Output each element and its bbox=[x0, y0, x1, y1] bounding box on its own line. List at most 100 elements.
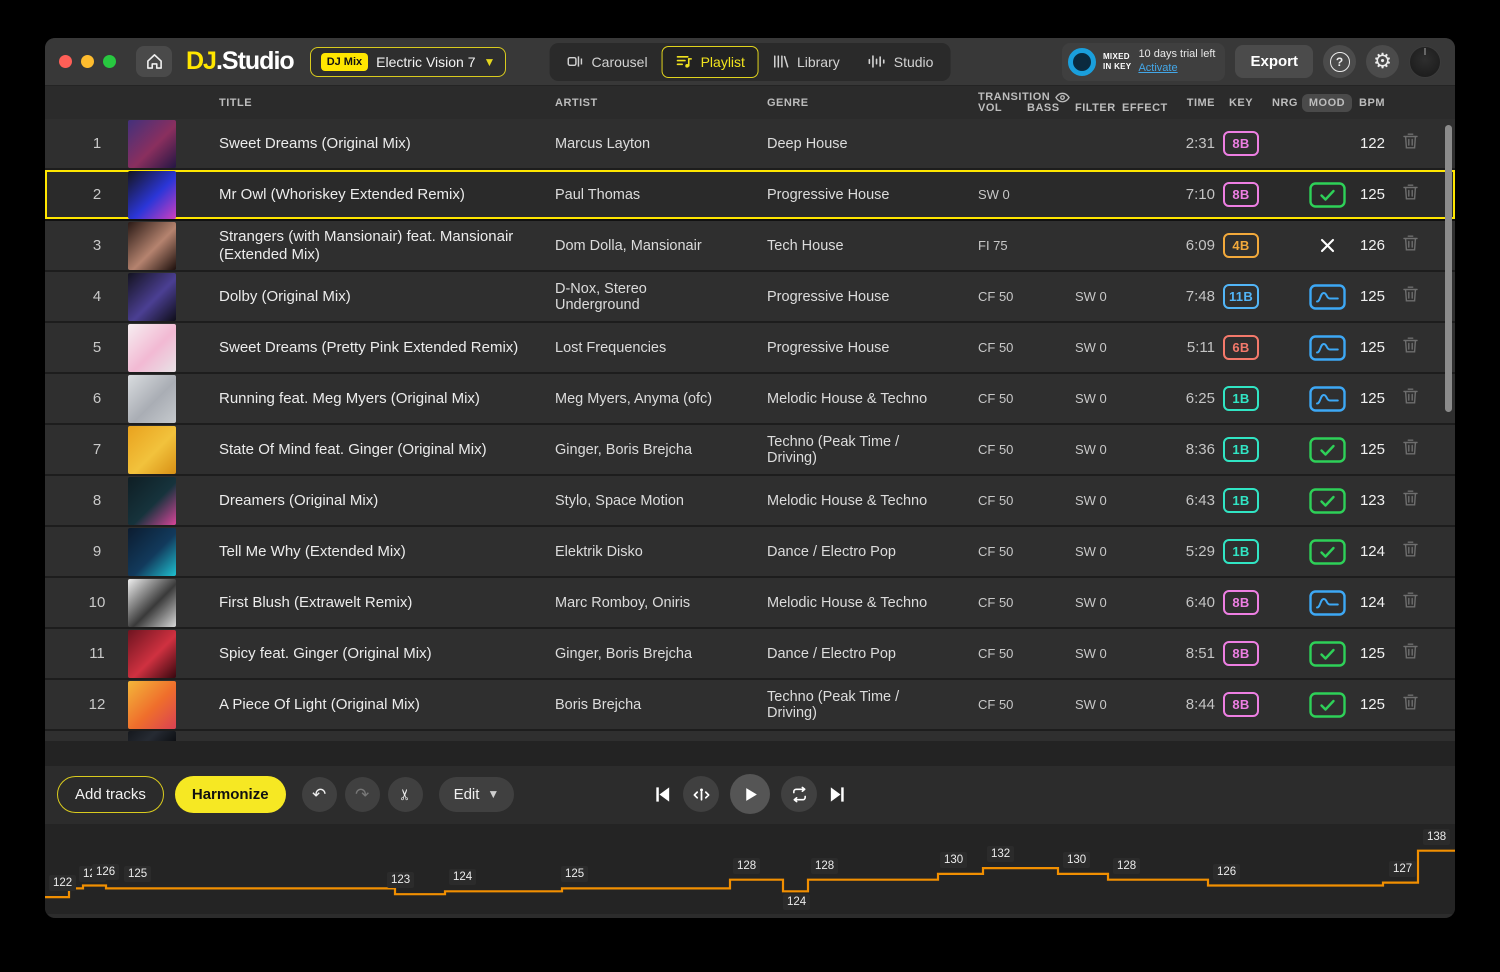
tab-studio[interactable]: Studio bbox=[854, 46, 948, 78]
column-header-genre[interactable]: GENRE bbox=[735, 97, 949, 109]
track-artist: Dom Dolla, Mansionair bbox=[555, 237, 702, 254]
table-row[interactable]: 1 Sweet Dreams (Original Mix) Marcus Lay… bbox=[45, 119, 1455, 170]
mood-indicator[interactable] bbox=[1308, 487, 1346, 514]
mood-indicator[interactable] bbox=[1308, 385, 1346, 412]
track-artist: D-Nox, Stereo Underground bbox=[555, 280, 647, 313]
home-button[interactable] bbox=[136, 46, 172, 77]
user-avatar[interactable] bbox=[1409, 45, 1441, 78]
play-button[interactable] bbox=[730, 774, 770, 814]
delete-track-button[interactable] bbox=[1402, 285, 1419, 308]
table-row[interactable]: 7 State Of Mind feat. Ginger (Original M… bbox=[45, 425, 1455, 476]
bpm-timeline-chart[interactable]: 1221251261251231241251281241281301321301… bbox=[45, 824, 1455, 914]
delete-track-button[interactable] bbox=[1402, 183, 1419, 206]
trash-icon bbox=[1402, 286, 1418, 302]
table-row[interactable]: 8 Dreamers (Original Mix) Stylo, Space M… bbox=[45, 476, 1455, 527]
zoom-window-button[interactable] bbox=[103, 55, 116, 68]
column-header-bpm[interactable]: BPM bbox=[1351, 97, 1385, 109]
table-row[interactable]: 9 Tell Me Why (Extended Mix) Elektrik Di… bbox=[45, 527, 1455, 578]
delete-track-button[interactable] bbox=[1402, 693, 1419, 716]
transition-filter-value: SW 0 bbox=[1075, 646, 1107, 661]
column-header-nrg[interactable]: NRG bbox=[1267, 97, 1303, 109]
track-number: 8 bbox=[92, 492, 102, 509]
next-track-button[interactable] bbox=[828, 785, 847, 804]
chevron-down-icon: ▼ bbox=[483, 54, 496, 69]
table-row[interactable]: 5 Sweet Dreams (Pretty Pink Extended Rem… bbox=[45, 323, 1455, 374]
column-header-transition[interactable]: TRANSITION bbox=[978, 91, 1071, 103]
export-button[interactable]: Export bbox=[1235, 45, 1313, 78]
table-row[interactable]: 4 Dolby (Original Mix) D-Nox, Stereo Und… bbox=[45, 272, 1455, 323]
mood-indicator[interactable] bbox=[1308, 589, 1346, 616]
loop-button[interactable] bbox=[781, 776, 817, 812]
column-header-time[interactable]: TIME bbox=[1169, 97, 1215, 109]
activate-link[interactable]: Activate bbox=[1138, 62, 1215, 76]
trash-icon bbox=[1402, 592, 1418, 608]
delete-track-button[interactable] bbox=[1402, 132, 1419, 155]
column-header-mood[interactable]: MOOD bbox=[1301, 93, 1353, 112]
add-tracks-button[interactable]: Add tracks bbox=[57, 775, 164, 813]
delete-track-button[interactable] bbox=[1402, 540, 1419, 563]
mood-indicator[interactable] bbox=[1320, 238, 1335, 253]
table-row[interactable]: 6 Running feat. Meg Myers (Original Mix)… bbox=[45, 374, 1455, 425]
redo-icon: ↷ bbox=[354, 784, 370, 804]
mood-indicator[interactable] bbox=[1308, 640, 1346, 667]
vertical-scrollbar[interactable] bbox=[1445, 125, 1452, 412]
transition-filter-value: SW 0 bbox=[1075, 289, 1107, 304]
edit-menu-button[interactable]: Edit ▼ bbox=[438, 776, 515, 812]
table-row[interactable]: 3 Strangers (with Mansionair) feat. Mans… bbox=[45, 221, 1455, 272]
minimize-window-button[interactable] bbox=[81, 55, 94, 68]
close-window-button[interactable] bbox=[59, 55, 72, 68]
column-header-key[interactable]: KEY bbox=[1215, 97, 1267, 109]
previous-track-button[interactable] bbox=[653, 785, 672, 804]
column-header-filter[interactable]: FILTER bbox=[1070, 102, 1117, 119]
mood-indicator[interactable] bbox=[1308, 334, 1346, 361]
scissors-icon: ✂ bbox=[396, 787, 414, 801]
help-button[interactable]: ? bbox=[1323, 45, 1356, 78]
key-badge: 8B bbox=[1223, 641, 1259, 666]
column-header-effect[interactable]: EFFECT bbox=[1117, 102, 1169, 119]
track-number: 11 bbox=[89, 645, 105, 662]
tab-carousel[interactable]: Carousel bbox=[553, 46, 662, 78]
mood-indicator[interactable] bbox=[1308, 181, 1346, 208]
track-time: 5:29 bbox=[1185, 543, 1215, 560]
mood-indicator[interactable] bbox=[1308, 436, 1346, 463]
column-header-vol[interactable]: VOL bbox=[949, 102, 1020, 119]
column-header-title[interactable]: TITLE bbox=[187, 97, 523, 109]
delete-track-button[interactable] bbox=[1402, 591, 1419, 614]
undo-button[interactable]: ↶ bbox=[301, 776, 337, 812]
harmonize-button[interactable]: Harmonize bbox=[174, 775, 286, 813]
settings-button[interactable]: ⚙ bbox=[1366, 45, 1399, 78]
redo-button[interactable]: ↷ bbox=[344, 776, 380, 812]
project-selector[interactable]: DJ Mix Electric Vision 7 ▼ bbox=[309, 46, 507, 77]
mood-indicator[interactable] bbox=[1308, 538, 1346, 565]
mood-wave-icon bbox=[1308, 589, 1346, 616]
delete-track-button[interactable] bbox=[1402, 387, 1419, 410]
delete-track-button[interactable] bbox=[1402, 336, 1419, 359]
key-badge: 8B bbox=[1223, 182, 1259, 207]
table-row[interactable]: 10 First Blush (Extrawelt Remix) Marc Ro… bbox=[45, 578, 1455, 629]
table-row-partial[interactable] bbox=[45, 731, 1455, 741]
key-badge: 8B bbox=[1223, 590, 1259, 615]
delete-track-button[interactable] bbox=[1402, 489, 1419, 512]
key-cell: 1B bbox=[1223, 386, 1259, 411]
trash-icon bbox=[1402, 439, 1418, 455]
jump-to-transition-button[interactable] bbox=[683, 776, 719, 812]
mood-indicator[interactable] bbox=[1308, 691, 1346, 718]
table-row[interactable]: 2 Mr Owl (Whoriskey Extended Remix) Paul… bbox=[45, 170, 1455, 221]
tab-library[interactable]: Library bbox=[759, 46, 854, 78]
repeat-icon bbox=[792, 786, 806, 802]
column-header-bass[interactable]: BASS bbox=[1020, 102, 1070, 119]
track-number: 3 bbox=[92, 237, 102, 254]
album-art bbox=[128, 119, 176, 168]
track-number: 9 bbox=[92, 543, 102, 560]
app-logo: DJ.Studio bbox=[186, 47, 295, 75]
table-row[interactable]: 11 Spicy feat. Ginger (Original Mix) Gin… bbox=[45, 629, 1455, 680]
mood-indicator[interactable] bbox=[1308, 283, 1346, 310]
delete-track-button[interactable] bbox=[1402, 438, 1419, 461]
track-genre: Melodic House & Techno bbox=[767, 390, 928, 407]
column-header-artist[interactable]: ARTIST bbox=[523, 97, 735, 109]
tab-playlist[interactable]: Playlist bbox=[661, 45, 759, 78]
table-row[interactable]: 12 A Piece Of Light (Original Mix) Boris… bbox=[45, 680, 1455, 731]
delete-track-button[interactable] bbox=[1402, 234, 1419, 257]
cut-button[interactable]: ✂ bbox=[387, 776, 423, 812]
delete-track-button[interactable] bbox=[1402, 642, 1419, 665]
